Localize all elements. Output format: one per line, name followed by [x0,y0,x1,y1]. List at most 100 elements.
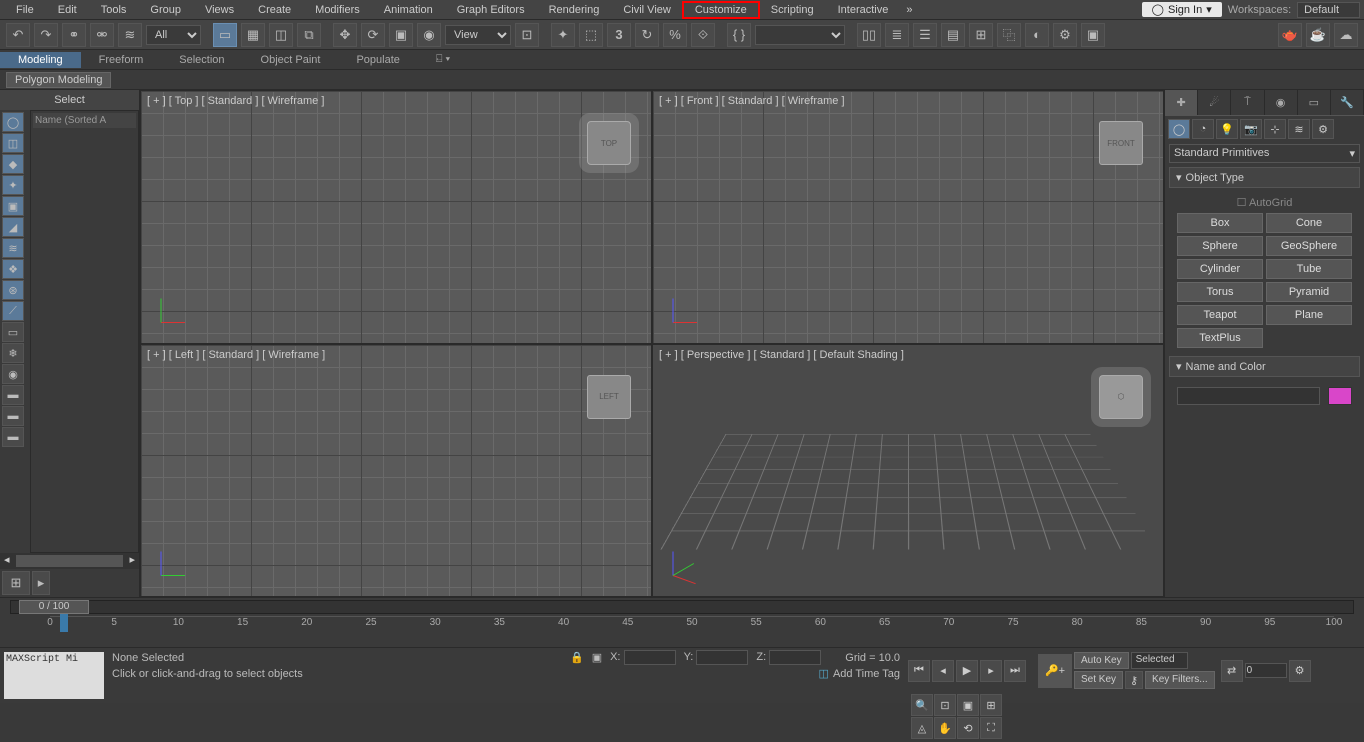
toggle-ribbon-button[interactable]: ▤ [941,23,965,47]
selection-filter[interactable]: All [146,25,201,45]
category-dropdown[interactable]: Standard Primitives▾ [1169,144,1360,163]
ribbon-tab-selection[interactable]: Selection [161,52,242,68]
rect-region-button[interactable]: ◫ [269,23,293,47]
filter-sep3-icon[interactable]: ▬ [2,427,24,447]
autogrid-checkbox[interactable]: ☐ AutoGrid [1173,194,1356,211]
viewcube-top[interactable]: TOP [587,121,631,165]
time-config-button[interactable]: ⚙ [1289,660,1311,682]
spinner-snap-button[interactable]: ⟐ [691,23,715,47]
render-setup-button[interactable]: ⚙ [1053,23,1077,47]
next-frame-button[interactable]: ▸ [980,660,1002,682]
named-selection-button[interactable]: { } [727,23,751,47]
menu-rendering[interactable]: Rendering [537,2,612,18]
current-frame-input[interactable] [1245,663,1287,678]
object-type-rollout[interactable]: ▾Object Type [1169,167,1360,188]
keyboard-shortcut-button[interactable]: ⬚ [579,23,603,47]
filter-xrefs-icon[interactable]: ⊛ [2,280,24,300]
viewport-top-label[interactable]: [ + ] [ Top ] [ Standard ] [ Wireframe ] [147,95,324,107]
create-textplus-button[interactable]: TextPlus [1177,328,1263,348]
menu-file[interactable]: File [4,2,46,18]
set-key-button[interactable]: Set Key [1074,671,1123,689]
scale-button[interactable]: ▣ [389,23,413,47]
curve-editor-button[interactable]: ⊞ [969,23,993,47]
manipulate-button[interactable]: ✦ [551,23,575,47]
create-geosphere-button[interactable]: GeoSphere [1266,236,1352,256]
key-filter-dropdown[interactable]: Selected [1131,652,1188,669]
lock-selection-icon[interactable]: 🔒 [570,651,584,664]
time-slider-track[interactable]: 0 / 100 [10,600,1354,614]
fov-button[interactable]: ◬ [911,717,933,739]
menu-views[interactable]: Views [193,2,246,18]
ribbon-tab-freeform[interactable]: Freeform [81,52,162,68]
time-slider-handle[interactable]: 0 / 100 [19,600,89,614]
menu-modifiers[interactable]: Modifiers [303,2,372,18]
z-coord-input[interactable] [769,650,821,665]
key-step-button[interactable]: ⇄ [1221,660,1243,682]
zoom-extents-button[interactable]: ▣ [957,694,979,716]
snap-toggle-button[interactable]: 3 [607,23,631,47]
systems-subtab[interactable]: ⚙ [1312,119,1334,139]
workspace-selector[interactable]: Default [1297,2,1360,18]
key-mode-icon[interactable]: ⚷ [1125,671,1143,689]
filter-spacewarps-icon[interactable]: ≋ [2,238,24,258]
spacewarps-subtab[interactable]: ≋ [1288,119,1310,139]
filter-bones-icon[interactable]: ⟋ [2,301,24,321]
filter-sep2-icon[interactable]: ▬ [2,406,24,426]
ribbon-tab-modeling[interactable]: Modeling [0,52,81,68]
render-button[interactable]: 🫖 [1278,23,1302,47]
filter-containers-icon[interactable]: ▭ [2,322,24,342]
orbit-button[interactable]: ⟲ [957,717,979,739]
object-color-swatch[interactable] [1328,387,1352,405]
create-tube-button[interactable]: Tube [1266,259,1352,279]
lights-subtab[interactable]: 💡 [1216,119,1238,139]
named-selection-dropdown[interactable] [755,25,845,45]
create-box-button[interactable]: Box [1177,213,1263,233]
ribbon-overflow-icon[interactable]: ⍇ ▾ [418,51,468,68]
filter-geometry-icon[interactable]: ◫ [2,133,24,153]
schematic-view-button[interactable]: ⿻ [997,23,1021,47]
menu-edit[interactable]: Edit [46,2,89,18]
ribbon-tab-populate[interactable]: Populate [338,52,417,68]
play-button[interactable]: ▶ [956,660,978,682]
name-color-rollout[interactable]: ▾Name and Color [1169,356,1360,377]
menu-overflow-icon[interactable]: » [906,4,912,16]
viewport-perspective-label[interactable]: [ + ] [ Perspective ] [ Standard ] [ Def… [659,349,904,361]
goto-end-button[interactable]: ⏭ [1004,660,1026,682]
menu-create[interactable]: Create [246,2,303,18]
menu-animation[interactable]: Animation [372,2,445,18]
time-ruler[interactable]: 0510152025303540455055606570758085909510… [50,616,1334,646]
goto-start-button[interactable]: ⏮ [908,660,930,682]
ref-coord-system[interactable]: View [445,25,511,45]
isolate-icon[interactable]: ▣ [592,651,602,664]
create-plane-button[interactable]: Plane [1266,305,1352,325]
percent-snap-button[interactable]: % [663,23,687,47]
polygon-modeling-panel[interactable]: Polygon Modeling [6,72,111,88]
zoom-all-button[interactable]: ⊡ [934,694,956,716]
scene-scrollbar[interactable]: ◂▸ [0,553,139,569]
viewcube-left[interactable]: LEFT [587,375,631,419]
create-tab[interactable]: ✚ [1165,90,1198,115]
menu-graph-editors[interactable]: Graph Editors [445,2,537,18]
prev-frame-button[interactable]: ◂ [932,660,954,682]
helpers-subtab[interactable]: ⊹ [1264,119,1286,139]
viewport-front-label[interactable]: [ + ] [ Front ] [ Standard ] [ Wireframe… [659,95,845,107]
lock-layout-button[interactable]: ▸ [32,571,50,595]
filter-cameras-icon[interactable]: ▣ [2,196,24,216]
modify-tab[interactable]: ☄ [1198,90,1231,115]
pan-button[interactable]: ✋ [934,717,956,739]
filter-lights-icon[interactable]: ✦ [2,175,24,195]
placement-button[interactable]: ◉ [417,23,441,47]
create-cone-button[interactable]: Cone [1266,213,1352,233]
render-preview-button[interactable]: ☕ [1306,23,1330,47]
time-marker[interactable] [60,614,68,632]
filter-sep1-icon[interactable]: ▬ [2,385,24,405]
create-pyramid-button[interactable]: Pyramid [1266,282,1352,302]
x-coord-input[interactable] [624,650,676,665]
cameras-subtab[interactable]: 📷 [1240,119,1262,139]
render-online-button[interactable]: ☁ [1334,23,1358,47]
y-coord-input[interactable] [696,650,748,665]
filter-helpers-icon[interactable]: ◢ [2,217,24,237]
create-torus-button[interactable]: Torus [1177,282,1263,302]
geometry-subtab[interactable]: ◯ [1168,119,1190,139]
motion-tab[interactable]: ◉ [1265,90,1298,115]
